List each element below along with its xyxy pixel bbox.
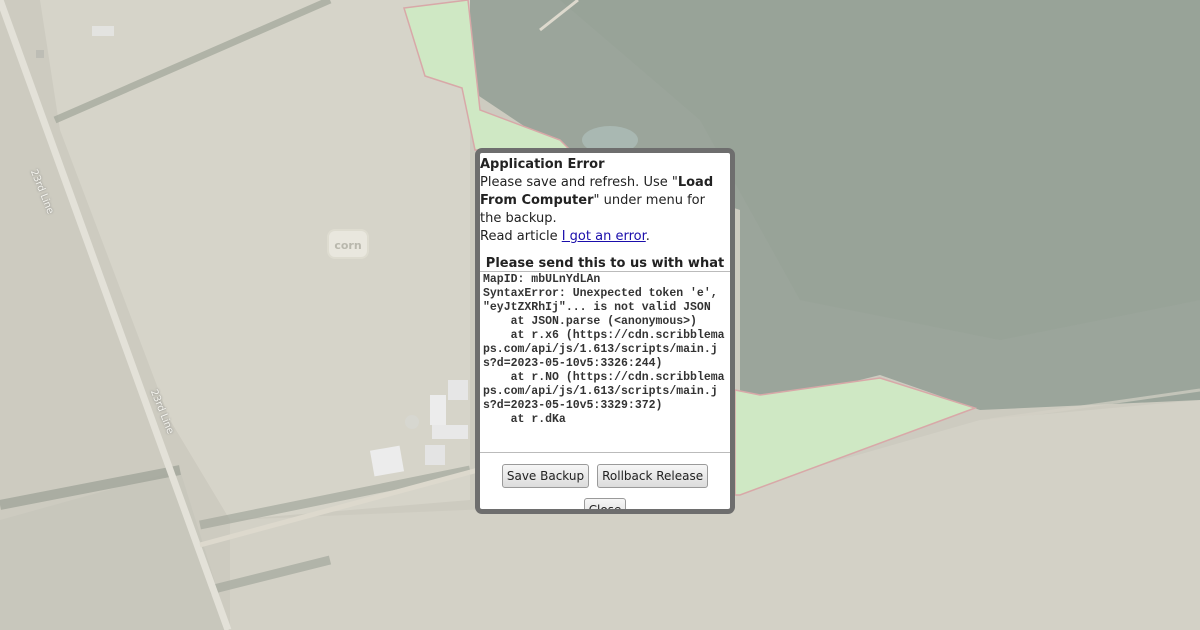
article-link[interactable]: I got an error	[562, 229, 646, 244]
action-buttons: Save Backup Rollback Release	[480, 464, 730, 488]
send-note: Please send this to us with what you	[485, 256, 725, 271]
field-label-corn[interactable]: corn	[327, 229, 369, 259]
close-row: Close	[480, 498, 730, 509]
application-error-dialog: Application Error Please save and refres…	[475, 148, 735, 514]
error-log-textarea[interactable]: MapID: mbULnYdLAn SyntaxError: Unexpecte…	[480, 271, 730, 453]
error-message: Application Error Please save and refres…	[480, 153, 730, 246]
save-backup-button[interactable]: Save Backup	[501, 464, 590, 488]
message-text: Please save and refresh. Use "	[480, 175, 678, 190]
read-article-suffix: .	[645, 229, 650, 244]
rollback-release-button[interactable]: Rollback Release	[597, 464, 709, 488]
read-article-prefix: Read article	[480, 229, 562, 244]
dialog-title: Application Error	[480, 157, 605, 172]
close-button[interactable]: Close	[583, 498, 627, 509]
